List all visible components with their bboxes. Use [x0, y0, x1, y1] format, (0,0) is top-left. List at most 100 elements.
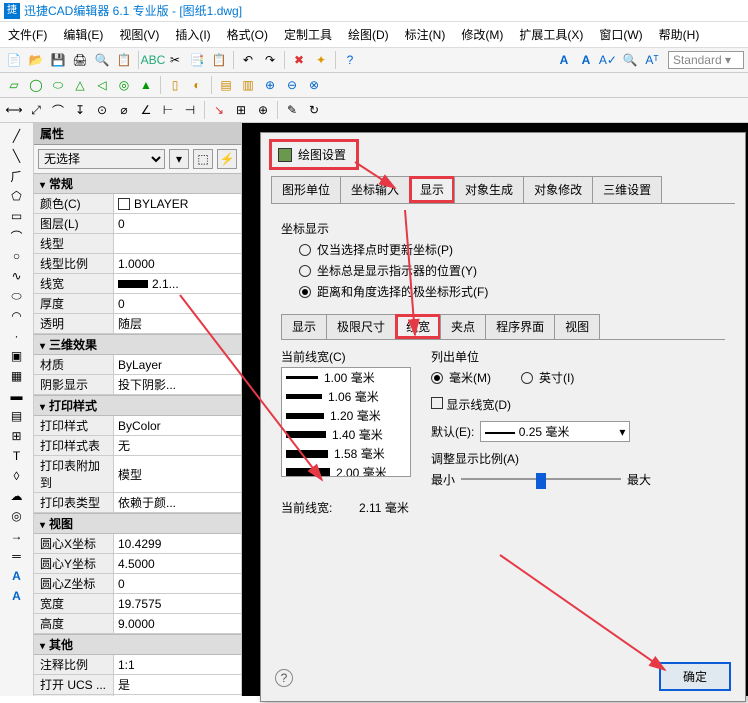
section-icon[interactable]: ▤: [216, 75, 236, 95]
erase-icon[interactable]: ✖: [289, 50, 309, 70]
display-scale-slider[interactable]: [461, 469, 621, 489]
cyl-icon[interactable]: ⬭: [48, 75, 68, 95]
prop-row[interactable]: 打开 UCS ...是: [34, 675, 241, 695]
lw-item[interactable]: 2.00 毫米: [282, 463, 410, 477]
group-threeD[interactable]: ▾三维效果: [34, 334, 241, 355]
tab-units[interactable]: 图形单位: [271, 176, 341, 203]
prop-row[interactable]: 打印样式表无: [34, 436, 241, 456]
rect-icon[interactable]: ▭: [8, 207, 26, 225]
wedge-icon[interactable]: ◁: [92, 75, 112, 95]
text-tool2-icon[interactable]: A: [8, 587, 26, 605]
group-general[interactable]: ▾常规: [34, 173, 241, 194]
subtab-grips[interactable]: 夹点: [440, 314, 486, 339]
quick-icon[interactable]: ⚡: [217, 149, 237, 169]
prop-row[interactable]: 透明随层: [34, 314, 241, 334]
dim-base-icon[interactable]: ⊢: [158, 100, 178, 120]
mtext-icon[interactable]: T: [8, 447, 26, 465]
default-lw-combo[interactable]: 0.25 毫米▾: [480, 421, 630, 442]
radio-polar[interactable]: 距离和角度选择的极坐标形式(F): [299, 283, 725, 300]
dialog-help-icon[interactable]: ?: [275, 669, 293, 687]
subtab-view[interactable]: 视图: [554, 314, 600, 339]
radio-always-show[interactable]: 坐标总是显示指示器的位置(Y): [299, 262, 725, 279]
open-icon[interactable]: 📂: [26, 50, 46, 70]
dim-aligned-icon[interactable]: ⤢: [26, 100, 46, 120]
find-icon[interactable]: 🔍: [620, 50, 640, 70]
dim-arc-icon[interactable]: ⌒: [48, 100, 68, 120]
redo-icon[interactable]: ↷: [260, 50, 280, 70]
menu-ext-tools[interactable]: 扩展工具(X): [515, 24, 587, 45]
text-tool-icon[interactable]: A: [8, 567, 26, 585]
prop-row[interactable]: 阴影显示投下阴影...: [34, 375, 241, 395]
dim-ang-icon[interactable]: ∠: [136, 100, 156, 120]
prop-row[interactable]: 线型比例1.0000: [34, 254, 241, 274]
ok-button[interactable]: 确定: [659, 662, 731, 691]
group-print[interactable]: ▾打印样式: [34, 395, 241, 416]
leader-icon[interactable]: ↘: [209, 100, 229, 120]
center-icon[interactable]: ⊕: [253, 100, 273, 120]
tab-coord-input[interactable]: 坐标输入: [340, 176, 410, 203]
revolve-icon[interactable]: ◐: [187, 75, 207, 95]
point-icon[interactable]: ·: [8, 327, 26, 345]
filter-icon[interactable]: ▾: [169, 149, 189, 169]
selection-combo[interactable]: 无选择: [38, 149, 165, 169]
intersect-icon[interactable]: ⊗: [304, 75, 324, 95]
menu-dim[interactable]: 标注(N): [401, 24, 450, 45]
mline-icon[interactable]: ═: [8, 547, 26, 565]
tab-3d[interactable]: 三维设置: [592, 176, 662, 203]
help-icon[interactable]: ?: [340, 50, 360, 70]
insert-icon[interactable]: ⊞: [8, 427, 26, 445]
lineweight-list[interactable]: 1.00 毫米1.06 毫米1.20 毫米1.40 毫米1.58 毫米2.00 …: [281, 367, 411, 477]
sphere-icon[interactable]: ◯: [26, 75, 46, 95]
tab-obj-modify[interactable]: 对象修改: [523, 176, 593, 203]
spline-icon[interactable]: ∿: [8, 267, 26, 285]
revcloud-icon[interactable]: ☁: [8, 487, 26, 505]
dim-edit-icon[interactable]: ✎: [282, 100, 302, 120]
prop-row[interactable]: 颜色(C)BYLAYER: [34, 194, 241, 214]
subtab-display[interactable]: 显示: [281, 314, 327, 339]
menu-file[interactable]: 文件(F): [4, 24, 51, 45]
dim-rad-icon[interactable]: ⊙: [92, 100, 112, 120]
prop-row[interactable]: 图层(L)0: [34, 214, 241, 234]
dim-update-icon[interactable]: ↻: [304, 100, 324, 120]
new-icon[interactable]: 📄: [4, 50, 24, 70]
dim-linear-icon[interactable]: ⟷: [4, 100, 24, 120]
circle-icon[interactable]: ○: [8, 247, 26, 265]
extrude-icon[interactable]: ▯: [165, 75, 185, 95]
prop-row[interactable]: 线型: [34, 234, 241, 254]
ellipse-arc-icon[interactable]: ◠: [8, 307, 26, 325]
tab-obj-create[interactable]: 对象生成: [454, 176, 524, 203]
text-a2-icon[interactable]: A: [576, 50, 596, 70]
menu-custom-tools[interactable]: 定制工具: [280, 24, 336, 45]
save-icon[interactable]: 💾: [48, 50, 68, 70]
region-icon[interactable]: ▬: [8, 387, 26, 405]
torus-icon[interactable]: ◎: [114, 75, 134, 95]
prop-row[interactable]: 线宽2.1...: [34, 274, 241, 294]
prop-row[interactable]: 高度9.0000: [34, 614, 241, 634]
prop-row[interactable]: 材质ByLayer: [34, 355, 241, 375]
paste-icon[interactable]: 📋: [209, 50, 229, 70]
ray-icon[interactable]: →: [8, 527, 26, 545]
pline-icon[interactable]: ⺁: [8, 167, 26, 185]
box-icon[interactable]: ▱: [4, 75, 24, 95]
print-icon[interactable]: 🖨: [70, 50, 90, 70]
subtab-lineweight[interactable]: 线宽: [395, 314, 441, 339]
subtab-limits[interactable]: 极限尺寸: [326, 314, 396, 339]
subtract-icon[interactable]: ⊖: [282, 75, 302, 95]
group-other[interactable]: ▾其他: [34, 634, 241, 655]
tab-display[interactable]: 显示: [409, 176, 455, 203]
prop-row[interactable]: 厚度0: [34, 294, 241, 314]
radio-inch[interactable]: 英寸(I): [521, 369, 574, 386]
prop-row[interactable]: 在原点显...是: [34, 695, 241, 696]
prop-row[interactable]: 宽度19.7575: [34, 594, 241, 614]
style-icon[interactable]: Aᵀ: [642, 50, 662, 70]
prop-row[interactable]: 圆心Y坐标4.5000: [34, 554, 241, 574]
polygon-icon[interactable]: ⬠: [8, 187, 26, 205]
cone-icon[interactable]: △: [70, 75, 90, 95]
check-show-lw[interactable]: 显示线宽(D): [431, 396, 725, 413]
arc-icon[interactable]: ⌒: [8, 227, 26, 245]
donut-icon[interactable]: ◎: [8, 507, 26, 525]
prop-row[interactable]: 注释比例1:1: [34, 655, 241, 675]
radio-update-on-pick[interactable]: 仅当选择点时更新坐标(P): [299, 241, 725, 258]
dim-ord-icon[interactable]: ↧: [70, 100, 90, 120]
preview-icon[interactable]: 🔍: [92, 50, 112, 70]
